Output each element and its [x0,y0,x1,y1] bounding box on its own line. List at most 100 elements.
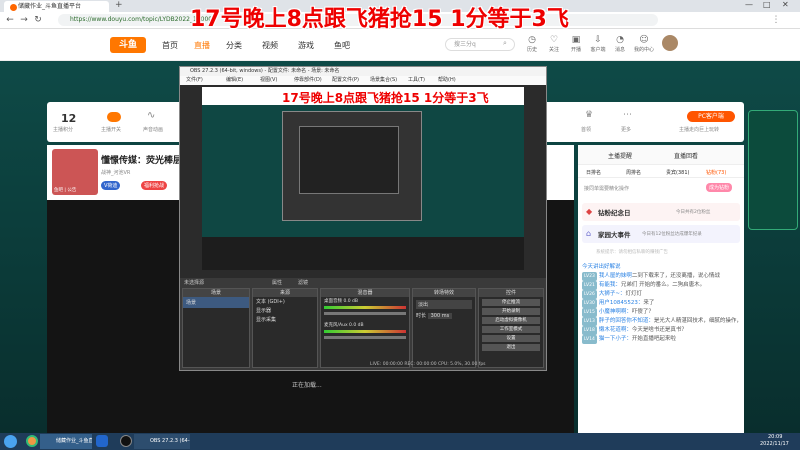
tab-anchor-remind[interactable]: 主播提醒 [608,151,632,160]
room-icon-label-3: 更多 [621,127,632,133]
room-icon-label-2: 首领 [581,127,592,133]
search-icon[interactable]: ⌕ [503,39,507,48]
streamer-avatar[interactable]: 鱼吧 | 公告 [52,149,98,195]
chat-user[interactable]: 今天讲出好解说 [582,264,621,270]
chat-text: 今天是啥书还是真书？ [631,327,687,333]
taskbar-obs[interactable]: OBS 27.2.3 (64-bi... [134,434,190,449]
duration-input[interactable]: 300 ms [427,313,453,319]
chat-user[interactable]: 小魔神啊啊： [599,309,632,315]
client-button[interactable]: ⇩ 客户端 [588,35,608,53]
scene-item[interactable]: 场景 [183,297,249,308]
event-card[interactable]: ⌂ 家园大事件 今日有12位粉丝达成爆年纪录 [582,225,740,243]
mixer-value: 0.0 dB [343,299,358,304]
avatar[interactable] [662,35,678,51]
chrome-icon[interactable] [26,435,38,447]
chat-user[interactable]: 懒木花道啊： [599,327,632,333]
chat-user[interactable]: 有能我： [599,282,621,288]
maximize-icon[interactable]: □ [763,0,771,9]
bell-icon: ◔ [616,35,624,45]
source-item[interactable]: 显示器 [253,306,317,315]
chat-user[interactable]: 我人屋的妹啊 [599,273,632,279]
obs-status: LIVE: 00:00:00 REC: 00:00:00 CPU: 5.0%, … [370,362,486,367]
room-icon-label-0: 主播开关 [101,127,122,133]
browser-tab[interactable]: 储藏作业_斗鱼直播平台 [4,1,109,12]
obs-preview[interactable]: 17号晚上8点跟飞猪抢15 1分等于3飞 [202,87,524,270]
nav-video[interactable]: 视频 [262,40,278,51]
obs-menu-scenes[interactable]: 场景集合(S) [370,76,397,85]
subtab-vip[interactable]: 贵宾(381) [666,169,689,176]
become-fan-button[interactable]: 成为钻粉 [706,183,733,192]
tab-replay[interactable]: 直播回看 [674,151,698,160]
forward-icon[interactable]: → [18,14,30,26]
nav-live[interactable]: 直播 [194,40,210,51]
filters-button[interactable]: 滤镜 [298,279,308,286]
douyu-logo[interactable]: 斗鱼 [110,37,146,53]
source-item[interactable]: 显示采集 [253,315,317,324]
back-icon[interactable]: ← [4,14,16,26]
start-live-button[interactable]: ▣ 开播 [566,35,586,53]
subtab-fans[interactable]: 钻粉(73) [706,169,726,176]
room-stat-value: 12 [61,112,77,125]
obs-menu-view[interactable]: 视图(V) [260,76,277,85]
side-ad[interactable] [748,110,798,230]
obs-menu-file[interactable]: 文件(F) [186,76,203,85]
obs-menu-help[interactable]: 帮助(H) [438,76,456,85]
start-record-button[interactable]: 开始录制 [482,308,540,315]
pc-client-sub: 主播走向巨上玩转 [679,127,720,133]
menu-icon[interactable]: ⋮ [770,14,782,26]
chat-message: LV15 小魔神啊啊：吓傻了？ [582,308,740,317]
wave-icon[interactable]: ∿ [147,110,155,121]
sources-dock: 来源 文本 (GDI+) 显示器 显示采集 [252,288,318,368]
start-icon[interactable] [4,435,17,448]
virtual-camera-button[interactable]: 启动虚拟摄像机 [482,317,540,324]
stop-stream-button[interactable]: 停止推流 [482,299,540,306]
crown-icon[interactable]: ♛ [585,110,593,120]
properties-button[interactable]: 属性 [272,279,282,286]
studio-mode-button[interactable]: 工作室模式 [482,326,540,333]
nav-fishbar[interactable]: 鱼吧 [334,40,350,51]
close-icon[interactable]: ✕ [782,0,789,9]
pc-client-button[interactable]: PC客户端 [687,111,735,122]
new-tab-icon[interactable]: + [115,0,123,10]
chat-user[interactable]: 猫一下小子： [599,336,632,342]
minimize-icon[interactable]: — [745,0,753,9]
chat-user[interactable]: 用户10845523： [599,300,644,306]
history-button[interactable]: ◷ 历史 [522,35,542,53]
obs-menu-edit[interactable]: 编辑(E) [226,76,243,85]
taskbar-browser[interactable]: 储藏作业_斗鱼直播... [40,434,92,449]
transition-select[interactable]: 淡出 [416,300,472,309]
app-icon[interactable] [96,435,108,447]
nav-game[interactable]: 游戏 [298,40,314,51]
clock-icon: ◷ [528,35,536,45]
subtab-day[interactable]: 日排名 [586,169,601,176]
volume-slider[interactable] [324,312,406,315]
reload-icon[interactable]: ↻ [32,14,44,26]
more-icon[interactable]: ⋯ [623,110,632,120]
chat-user[interactable]: 胖子的回答你不知道： [599,318,654,324]
mixer-value: 0.0 dB [349,323,364,328]
chat-user[interactable]: 大狮子~： [599,291,626,297]
douyu-favicon-icon [10,4,17,11]
obs-menu-dock[interactable]: 停靠部件(D) [294,76,322,85]
toggle-icon[interactable] [107,112,121,122]
fan-day-card[interactable]: ◆ 钻粉纪念日 今日共有2位粉丝 [582,203,740,221]
message-button[interactable]: ◔ 消息 [610,35,630,53]
level-badge: LV13 [582,317,597,326]
chat-message: LV14 猫一下小子：开始直播吧起来啦 [582,335,740,344]
my-center-label: 我的中心 [633,47,654,53]
nav-category[interactable]: 分类 [226,40,242,51]
exit-button[interactable]: 退出 [482,344,540,351]
follow-button[interactable]: ♡ 关注 [544,35,564,53]
volume-slider[interactable] [324,336,406,339]
nav-home[interactable]: 首页 [162,40,178,51]
obs-titlebar: OBS 27.2.3 (64-bit, windows) - 配置文件: 未命名… [180,67,546,76]
source-item[interactable]: 文本 (GDI+) [253,297,317,306]
streamer-av-text: 鱼吧 | 公告 [54,188,77,193]
settings-button[interactable]: 设置 [482,335,540,342]
preview-footer [202,237,524,270]
obs-menu-profile[interactable]: 配置文件(P) [332,76,359,85]
subtab-week[interactable]: 周排名 [626,169,641,176]
obs-icon[interactable] [120,435,132,447]
obs-menu-tools[interactable]: 工具(T) [408,76,425,85]
my-center-button[interactable]: ☺ 我的中心 [632,35,656,53]
